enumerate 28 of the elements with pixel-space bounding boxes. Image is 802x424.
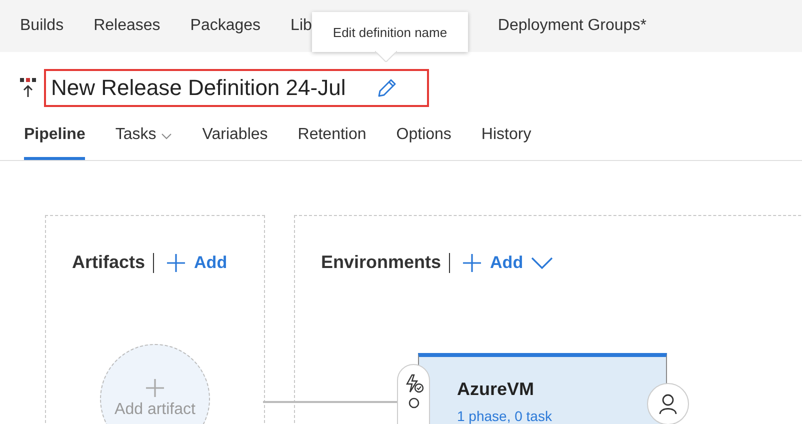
pre-deployment-conditions[interactable] (397, 364, 430, 424)
section-title: Environments (321, 252, 442, 273)
plus-icon (146, 379, 164, 397)
nav-link[interactable]: Releases (94, 17, 160, 35)
tab[interactable]: History (481, 126, 532, 157)
chevron-down-icon (531, 256, 554, 268)
tab[interactable]: Options (396, 126, 452, 157)
edit-icon[interactable] (376, 78, 397, 98)
environment-name: AzureVM (457, 379, 534, 400)
add-button[interactable]: Add (458, 252, 554, 272)
release-definition-icon (20, 78, 36, 98)
plus-icon (462, 252, 482, 272)
environment-card[interactable]: AzureVM 1 phase, 0 task (418, 353, 667, 424)
nav-link[interactable]: Deployment Groups* (498, 17, 646, 35)
add-button[interactable]: Add (162, 252, 228, 272)
tooltip-arrow (375, 51, 397, 62)
tab[interactable]: Pipeline (24, 126, 86, 160)
definition-name-field[interactable]: New Release Definition 24-Jul (44, 69, 429, 107)
section-title: Artifacts (72, 252, 146, 273)
nav-link[interactable]: Packages (190, 17, 261, 35)
plus-icon (166, 252, 186, 272)
tab[interactable]: Tasks (115, 126, 172, 157)
tab[interactable]: Retention (298, 126, 366, 157)
nav-link[interactable]: Builds (20, 17, 64, 35)
tab[interactable]: Variables (202, 126, 268, 157)
nav-link[interactable]: Lib (290, 17, 312, 35)
environment-summary-link[interactable]: 1 phase, 0 task (457, 408, 552, 424)
approver-button[interactable] (647, 383, 689, 424)
